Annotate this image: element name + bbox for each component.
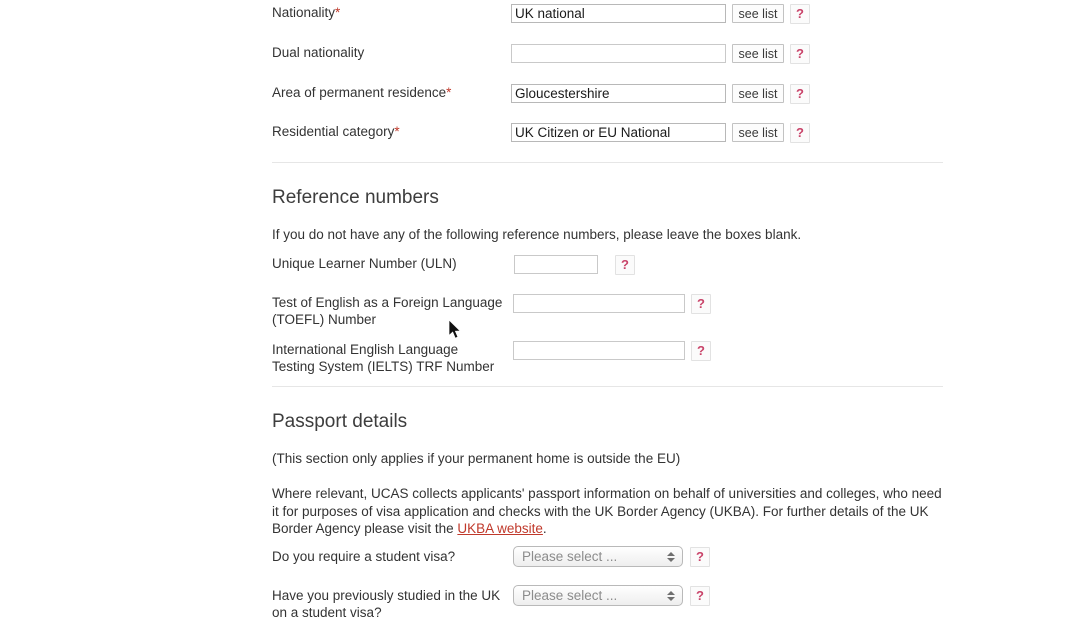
field-label: Nationality*: [272, 5, 341, 20]
field-label: Dual nationality: [272, 45, 365, 60]
ukba-website-link[interactable]: UKBA website: [457, 521, 543, 536]
help-button-dual-nationality[interactable]: ?: [790, 44, 810, 64]
student-visa-select-value: Please select ...: [522, 549, 618, 564]
field-label: Have you previously studied in the UK on…: [272, 588, 501, 620]
reference-numbers-intro: If you do not have any of the following …: [272, 227, 802, 242]
see-list-button-dual-nationality[interactable]: see list: [732, 44, 784, 63]
student-visa-select[interactable]: Please select ...: [513, 546, 683, 567]
field-label: Unique Learner Number (ULN): [272, 256, 457, 271]
residential-category-input[interactable]: [511, 123, 726, 142]
form-row-area-of-permanent-residence: Area of permanent residence* see list ?: [272, 84, 810, 104]
help-button-residential-category[interactable]: ?: [790, 123, 810, 143]
previously-studied-uk-select[interactable]: Please select ...: [513, 585, 683, 606]
section-divider-1: [272, 162, 943, 163]
help-button-ielts[interactable]: ?: [691, 341, 711, 361]
help-button-uln[interactable]: ?: [615, 255, 635, 275]
stepper-arrows-icon: [664, 586, 677, 605]
passport-body-text-1: Where relevant, UCAS collects applicants…: [272, 486, 942, 536]
section-heading-passport-details: Passport details: [272, 411, 408, 432]
section-heading-reference-numbers: Reference numbers: [272, 187, 439, 208]
area-of-permanent-residence-input[interactable]: [511, 84, 726, 103]
help-button-nationality[interactable]: ?: [790, 4, 810, 24]
field-label: Area of permanent residence*: [272, 85, 452, 100]
help-button-student-visa[interactable]: ?: [690, 547, 710, 567]
form-row-student-visa: Do you require a student visa? Please se…: [272, 546, 710, 567]
field-label: Residential category*: [272, 124, 400, 139]
previously-studied-uk-select-value: Please select ...: [522, 588, 618, 603]
required-asterisk: *: [394, 124, 400, 139]
help-button-area-of-permanent-residence[interactable]: ?: [790, 84, 810, 104]
form-row-residential-category: Residential category* see list ?: [272, 123, 810, 143]
stepper-arrows-icon: [664, 547, 677, 566]
form-page: Nationality* see list ? Dual nationality…: [0, 0, 1080, 620]
required-asterisk: *: [335, 5, 341, 20]
form-row-ielts: International English Language Testing S…: [272, 341, 711, 375]
see-list-button-residential-category[interactable]: see list: [732, 123, 784, 142]
help-button-toefl[interactable]: ?: [691, 294, 711, 314]
field-label: International English Language Testing S…: [272, 342, 495, 374]
dual-nationality-input[interactable]: [511, 44, 726, 63]
uln-input[interactable]: [514, 255, 598, 274]
see-list-button-area-of-permanent-residence[interactable]: see list: [732, 84, 784, 103]
passport-details-note: (This section only applies if your perma…: [272, 451, 681, 466]
nationality-input[interactable]: [511, 4, 726, 23]
help-button-previously-studied-uk[interactable]: ?: [690, 586, 710, 606]
toefl-number-input[interactable]: [513, 294, 685, 313]
see-list-button-nationality[interactable]: see list: [732, 4, 784, 23]
ielts-trf-number-input[interactable]: [513, 341, 685, 360]
passport-details-body: Where relevant, UCAS collects applicants…: [272, 485, 946, 538]
section-divider-2: [272, 386, 943, 387]
form-row-nationality: Nationality* see list ?: [272, 4, 810, 24]
passport-body-text-2: .: [542, 521, 547, 536]
field-label: Do you require a student visa?: [272, 549, 456, 564]
form-row-toefl: Test of English as a Foreign Language (T…: [272, 294, 711, 328]
form-row-uln: Unique Learner Number (ULN) ?: [272, 255, 635, 275]
field-label: Test of English as a Foreign Language (T…: [272, 295, 503, 327]
form-row-previously-studied-uk: Have you previously studied in the UK on…: [272, 585, 710, 621]
form-row-dual-nationality: Dual nationality see list ?: [272, 44, 810, 64]
required-asterisk: *: [446, 85, 452, 100]
